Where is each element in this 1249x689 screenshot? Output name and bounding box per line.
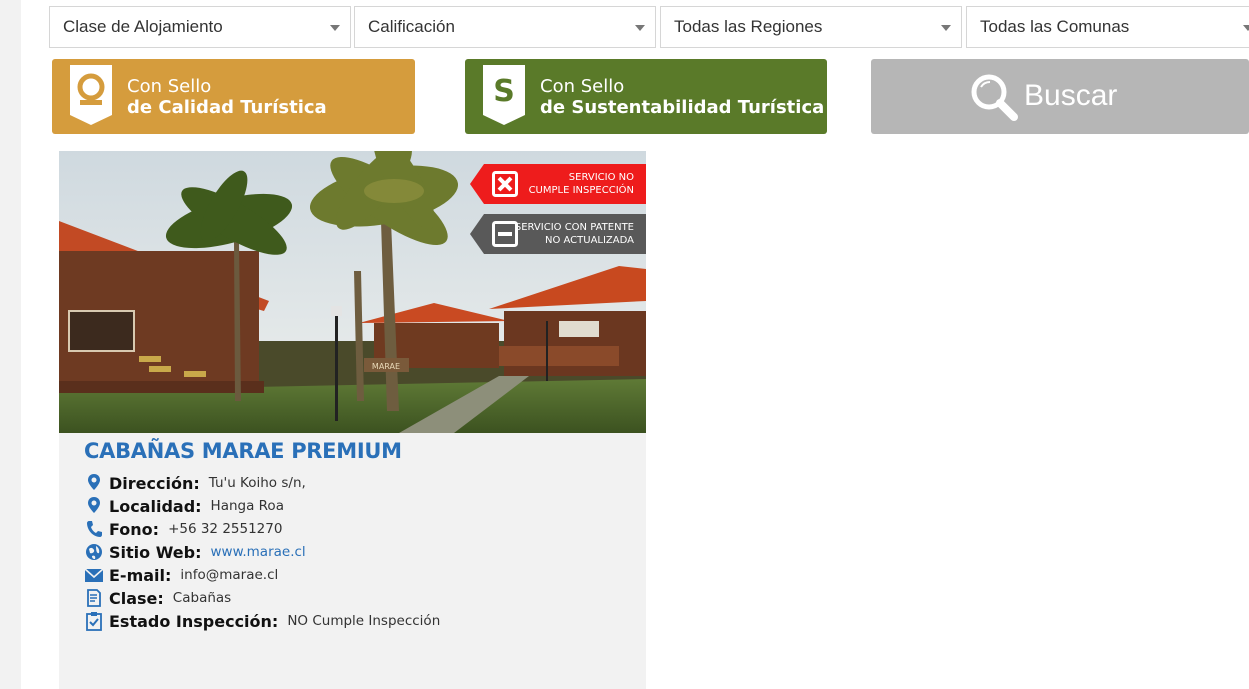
flag-line1: SERVICIO NO [568, 172, 634, 183]
rating-value: Calificación [368, 17, 455, 36]
clipboard-check-icon [86, 612, 102, 631]
detail-email: E-mail: info@marae.cl [84, 564, 278, 586]
sustainability-seal-button[interactable]: S Con Sello de Sustentabilidad Turística [465, 59, 827, 134]
patent-outdated-flag: SERVICIO CON PATENTE NO ACTUALIZADA [470, 214, 646, 254]
listing-photo[interactable]: MARAE SERVICIO NO CUMPLE INSPECCIÓN SERV… [59, 151, 646, 433]
flag-line1: SERVICIO CON PATENTE [514, 222, 634, 233]
document-icon [87, 589, 101, 607]
quality-seal-line1: Con Sello [127, 76, 212, 97]
listing-title[interactable]: CABAÑAS MARAE PREMIUM [84, 439, 402, 463]
svg-text:S: S [493, 74, 515, 109]
detail-value: Tu'u Koiho s/n, [208, 475, 306, 491]
chevron-down-icon [635, 25, 645, 31]
chevron-down-icon [941, 25, 951, 31]
detail-phone: Fono: +56 32 2551270 [84, 518, 282, 540]
accommodation-class-select[interactable]: Clase de Alojamiento [49, 6, 351, 48]
detail-label: Sitio Web: [109, 542, 202, 562]
detail-label: Localidad: [109, 496, 202, 516]
page: Clase de Alojamiento Calificación Todas … [21, 0, 1249, 689]
flag-line2: CUMPLE INSPECCIÓN [528, 185, 634, 196]
commune-value: Todas las Comunas [980, 17, 1130, 36]
chevron-down-icon [1243, 25, 1249, 31]
detail-label: Fono: [109, 519, 160, 539]
x-box-icon [492, 171, 518, 197]
detail-value: NO Cumple Inspección [287, 613, 441, 629]
detail-website: Sitio Web: www.marae.cl [84, 541, 306, 563]
search-icon [971, 74, 1018, 121]
flag-line2: NO ACTUALIZADA [544, 235, 634, 246]
detail-class: Clase: Cabañas [84, 587, 231, 609]
detail-value: Cabañas [172, 590, 232, 606]
detail-label: Clase: [109, 588, 164, 608]
detail-label: Dirección: [109, 473, 200, 493]
location-pin-icon [88, 497, 100, 513]
detail-label: E-mail: [109, 565, 172, 585]
sustainability-seal-line2: de Sustentabilidad Turística [540, 97, 825, 118]
inspection-failed-flag: SERVICIO NO CUMPLE INSPECCIÓN [470, 164, 646, 204]
location-pin-icon [88, 474, 100, 490]
detail-inspection-status: Estado Inspección: NO Cumple Inspección [84, 610, 440, 632]
sustainability-seal-icon: S [483, 65, 525, 125]
phone-icon [87, 521, 102, 537]
commune-select[interactable]: Todas las Comunas [966, 6, 1249, 48]
search-button[interactable]: Buscar [871, 59, 1249, 134]
envelope-icon [84, 568, 104, 582]
detail-label: Estado Inspección: [109, 611, 279, 631]
listing-card[interactable]: MARAE SERVICIO NO CUMPLE INSPECCIÓN SERV… [59, 151, 646, 689]
quality-seal-button[interactable]: Con Sello de Calidad Turística [52, 59, 415, 134]
inspection-failed-text: SERVICIO NO CUMPLE INSPECCIÓN [529, 171, 634, 197]
search-button-label: Buscar [1024, 79, 1118, 112]
rating-select[interactable]: Calificación [354, 6, 656, 48]
region-select[interactable]: Todas las Regiones [660, 6, 962, 48]
detail-value: +56 32 2551270 [168, 521, 283, 537]
detail-address: Dirección: Tu'u Koiho s/n, [84, 472, 306, 494]
sustainability-seal-line1: Con Sello [540, 76, 625, 97]
detail-value: info@marae.cl [180, 567, 279, 583]
quality-seal-icon [70, 65, 112, 125]
accommodation-class-value: Clase de Alojamiento [63, 17, 223, 36]
globe-icon [86, 544, 102, 560]
sign-text: MARAE [372, 362, 400, 371]
chevron-down-icon [330, 25, 340, 31]
quality-seal-line2: de Calidad Turística [127, 97, 327, 118]
detail-locality: Localidad: Hanga Roa [84, 495, 284, 517]
region-value: Todas las Regiones [674, 17, 823, 36]
website-link[interactable]: www.marae.cl [210, 544, 305, 560]
detail-value: Hanga Roa [210, 498, 284, 514]
patent-outdated-text: SERVICIO CON PATENTE NO ACTUALIZADA [515, 221, 634, 247]
